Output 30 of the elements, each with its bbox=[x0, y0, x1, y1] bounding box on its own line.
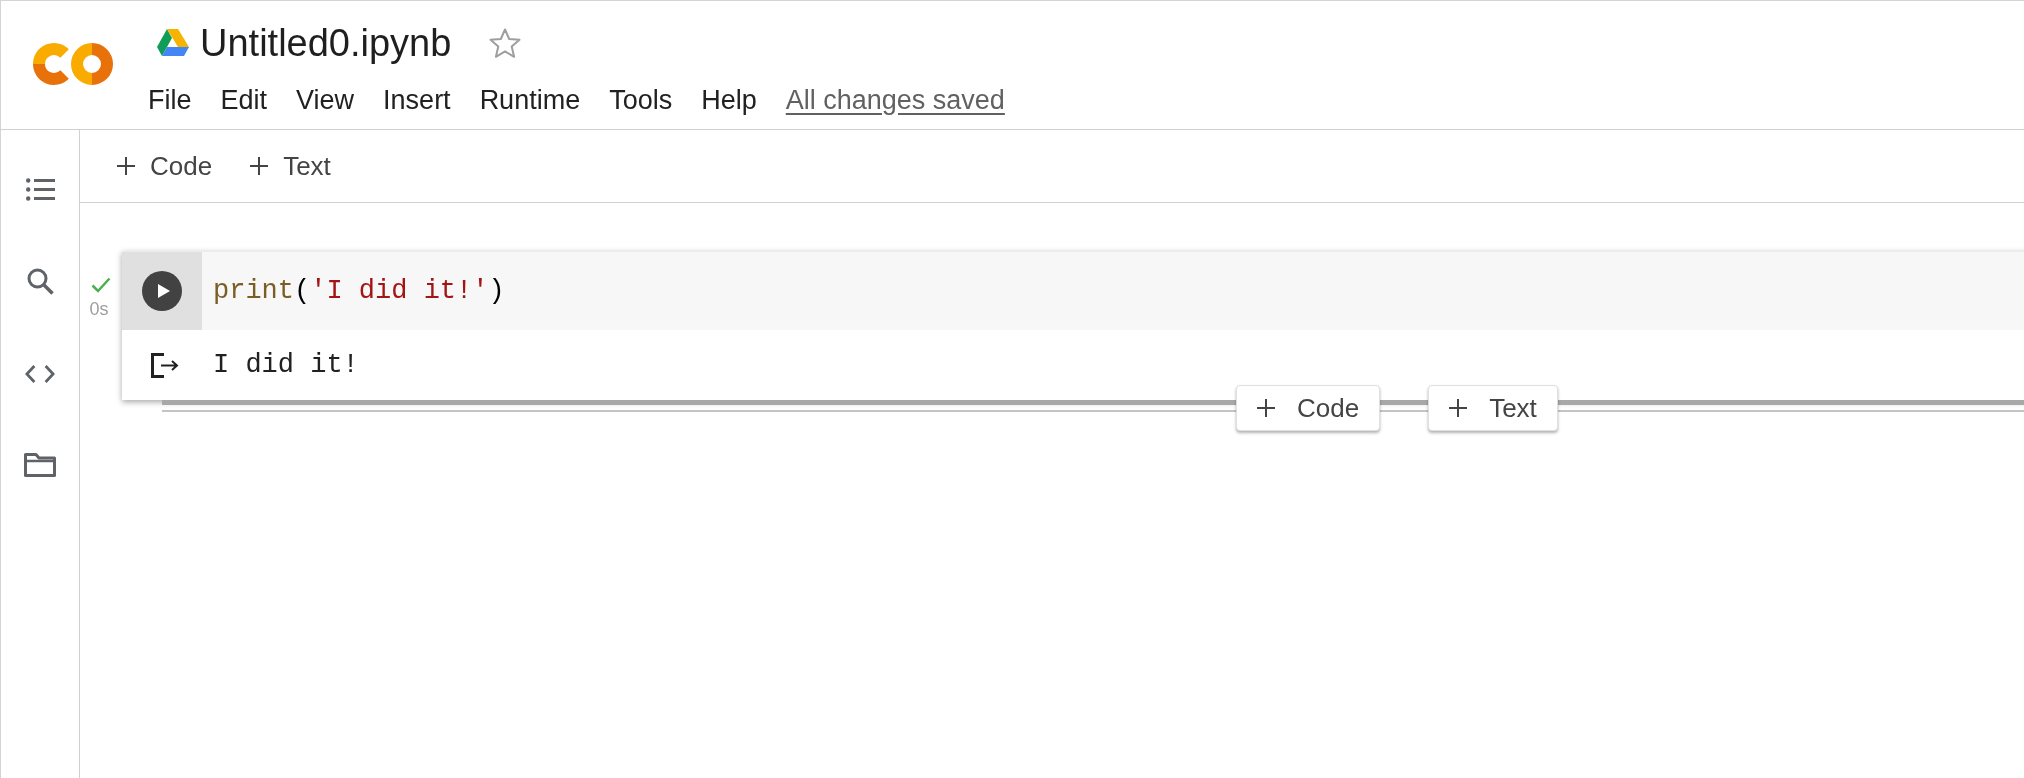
folder-icon[interactable] bbox=[24, 453, 56, 477]
output-arrow-icon bbox=[151, 352, 179, 378]
search-icon[interactable] bbox=[26, 268, 54, 295]
add-cell-button[interactable]: Text bbox=[242, 144, 339, 188]
menu-item[interactable]: Tools bbox=[609, 86, 673, 114]
code-brackets-icon[interactable] bbox=[25, 364, 55, 384]
save-status-link[interactable]: All changes saved bbox=[785, 86, 1005, 114]
output-text: I did it! bbox=[213, 351, 359, 379]
play-icon bbox=[157, 284, 170, 298]
plus-icon bbox=[117, 157, 135, 175]
menu-item[interactable]: Runtime bbox=[479, 86, 581, 114]
plus-icon bbox=[250, 157, 269, 175]
add-cell-button[interactable]: Code bbox=[109, 144, 221, 188]
insert-cell-button[interactable]: Code bbox=[1236, 385, 1381, 431]
star-icon[interactable] bbox=[489, 27, 522, 59]
list-icon[interactable] bbox=[25, 178, 55, 201]
run-button[interactable] bbox=[142, 271, 182, 311]
code-line[interactable]: print('I did it!') bbox=[213, 277, 505, 305]
plus-icon bbox=[1257, 399, 1275, 417]
logo-icon[interactable] bbox=[32, 41, 114, 87]
menu-item[interactable]: Edit bbox=[220, 86, 268, 114]
drive-triangle-icon[interactable] bbox=[157, 29, 189, 57]
menu-item[interactable]: File bbox=[148, 86, 192, 114]
plus-icon bbox=[1449, 399, 1468, 417]
insert-cell-button[interactable]: Text bbox=[1428, 385, 1558, 431]
execution-time: 0s bbox=[89, 300, 109, 318]
menu-item[interactable]: Insert bbox=[383, 86, 451, 114]
menu-item[interactable]: Help bbox=[701, 86, 757, 114]
notebook-title[interactable]: Untitled0.ipynb bbox=[200, 24, 452, 62]
menu-item[interactable]: View bbox=[296, 86, 355, 114]
